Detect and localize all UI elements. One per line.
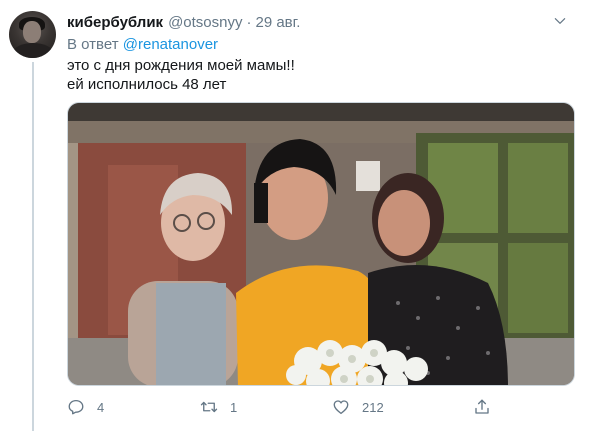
reply-context: В ответ @renatanover: [67, 36, 218, 53]
retweet-button[interactable]: 1: [200, 396, 237, 418]
photo-three-women: [68, 103, 574, 385]
user-handle[interactable]: @otsosnyy: [168, 14, 242, 31]
reply-icon: [68, 399, 84, 415]
tweet-text-line: это с дня рождения моей мамы!!: [67, 57, 295, 74]
heart-icon: [333, 400, 349, 415]
reply-button[interactable]: 4: [67, 396, 104, 418]
like-button[interactable]: 212: [332, 396, 384, 418]
tweet-text-line: ей исполнилось 48 лет: [67, 76, 227, 93]
share-button[interactable]: [473, 396, 503, 418]
retweet-icon: [200, 401, 218, 413]
reply-mention-link[interactable]: @renatanover: [123, 36, 218, 53]
like-count: 212: [362, 399, 384, 415]
tweet-date[interactable]: 29 авг.: [255, 14, 300, 31]
reply-prefix: В ответ: [67, 36, 119, 53]
avatar[interactable]: [9, 11, 56, 58]
thread-connector-line: [32, 62, 34, 431]
chevron-down-icon[interactable]: [553, 14, 567, 28]
share-icon: [475, 399, 489, 414]
tweet-text: это с дня рождения моей мамы!! ей исполн…: [67, 56, 567, 94]
separator-dot: ·: [246, 13, 252, 31]
tweet-actions: 4 1 212: [67, 396, 497, 418]
tweet-photo[interactable]: [67, 102, 575, 386]
reply-count: 4: [97, 399, 105, 415]
display-name[interactable]: кибербублик: [67, 14, 163, 31]
tweet-header: кибербублик @otsosnyy · 29 авг.: [67, 12, 577, 32]
retweet-count: 1: [230, 399, 238, 415]
